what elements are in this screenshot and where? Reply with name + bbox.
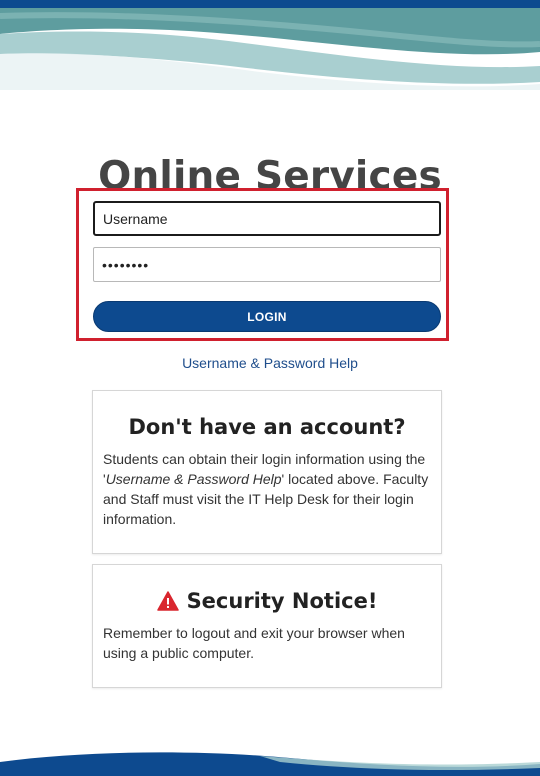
no-account-card: Don't have an account? Students can obta… bbox=[92, 390, 442, 554]
username-password-help-link[interactable]: Username & Password Help bbox=[0, 355, 540, 371]
security-notice-text: Remember to logout and exit your browser… bbox=[103, 625, 405, 661]
no-account-text: Students can obtain their login informat… bbox=[93, 439, 441, 529]
warning-icon bbox=[156, 591, 179, 611]
security-notice-card: Security Notice! Remember to logout and … bbox=[92, 564, 442, 688]
password-input[interactable] bbox=[93, 247, 441, 282]
login-button[interactable]: LOGIN bbox=[93, 301, 441, 332]
footer-wave-graphic bbox=[0, 752, 540, 776]
help-reference: Username & Password Help bbox=[105, 471, 282, 487]
header-wave-graphic bbox=[0, 0, 540, 90]
security-notice-title: Security Notice! bbox=[186, 589, 378, 613]
username-input[interactable] bbox=[93, 201, 441, 236]
security-notice-heading: Security Notice! bbox=[93, 565, 441, 613]
no-account-title: Don't have an account? bbox=[128, 415, 406, 439]
